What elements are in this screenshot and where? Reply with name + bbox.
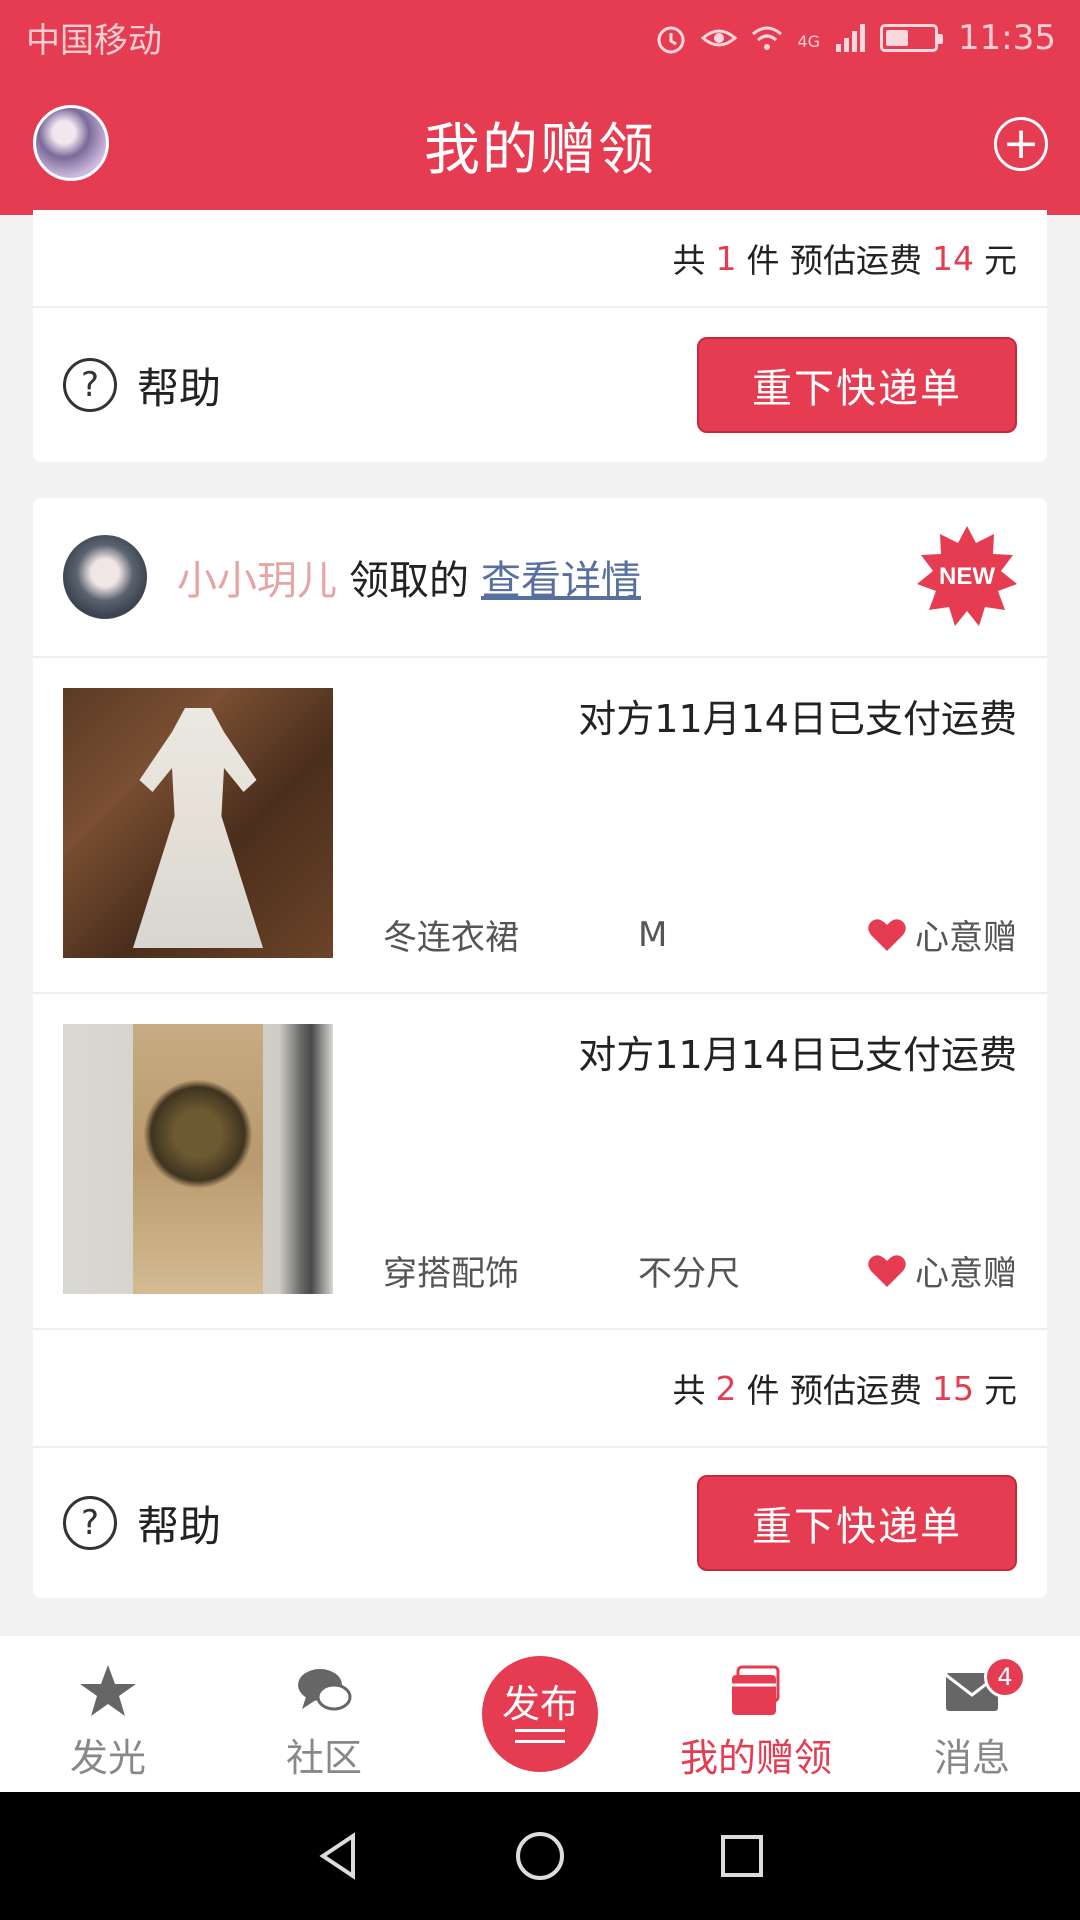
item-type: 心意赠 (867, 910, 1017, 959)
item-size: M (638, 914, 668, 955)
item-meta: 穿搭配饰 不分尺 心意赠 (383, 1246, 1017, 1295)
receiver-avatar[interactable] (63, 535, 147, 619)
nav-label: 消息 (933, 1736, 1010, 1780)
alarm-icon (657, 26, 685, 53)
summary-prefix: 共 (672, 1371, 706, 1410)
question-icon: ? (63, 1496, 117, 1550)
item-meta: 冬连衣裙 M 心意赠 (383, 910, 1017, 959)
carrier-label: 中国移动 (26, 21, 162, 61)
item-image (63, 1024, 333, 1294)
reorder-button[interactable]: 重下快递单 (697, 337, 1017, 433)
publish-label: 发布 (501, 1682, 578, 1726)
item-size: 不分尺 (638, 1254, 740, 1294)
eye-icon (701, 29, 738, 46)
order-footer: ? 帮助 重下快递单 (33, 1448, 1047, 1598)
receiver-name[interactable]: 小小玥儿 (177, 548, 337, 606)
nav-item-my-gifts[interactable]: 我的赠领 (648, 1636, 864, 1792)
plus-icon: + (1002, 118, 1040, 169)
receiver-row: 小小玥儿 领取的 查看详情 NEW (33, 498, 1047, 658)
item-type-label: 心意赠 (915, 918, 1017, 958)
nav-item-glow[interactable]: 发光 (0, 1636, 216, 1792)
summary-fee: 15 (932, 1368, 974, 1408)
signal-icon (836, 23, 866, 52)
help-button[interactable]: ? 帮助 (63, 1493, 221, 1554)
item-type-label: 心意赠 (915, 1254, 1017, 1294)
wifi-icon (752, 26, 783, 50)
status-icons: 4G 11:35 (653, 18, 1056, 58)
order-footer: ? 帮助 重下快递单 (33, 308, 1047, 462)
new-badge-text: NEW (939, 563, 995, 590)
help-label: 帮助 (137, 1501, 222, 1551)
reorder-button[interactable]: 重下快递单 (697, 1475, 1017, 1571)
nav-item-messages[interactable]: 消息 4 (864, 1636, 1080, 1792)
summary-count: 1 (715, 238, 737, 278)
list-item[interactable]: 对方11月14日已支付运费 冬连衣裙 M 心意赠 (33, 658, 1047, 994)
receiver-action: 领取的 (349, 558, 469, 604)
battery-icon (880, 23, 944, 52)
publish-button[interactable]: 发布 (482, 1656, 598, 1772)
recents-icon[interactable] (717, 1831, 767, 1881)
app-header: 我的赠领 + (0, 75, 1080, 215)
system-nav-bar (0, 1792, 1080, 1920)
summary-currency: 元 (984, 241, 1017, 280)
chat-icon (298, 1669, 352, 1711)
nav-label: 发光 (69, 1736, 146, 1780)
question-icon: ? (63, 358, 117, 412)
item-status: 对方11月14日已支付运费 (578, 697, 1017, 741)
network-label: 4G (797, 31, 821, 51)
help-label: 帮助 (137, 363, 222, 413)
order-summary: 共 1 件 预估运费 14 元 (33, 210, 1047, 308)
help-button[interactable]: ? 帮助 (63, 355, 221, 416)
status-bar: 中国移动 4G 11:35 (0, 0, 1080, 75)
summary-unit: 件 预估运费 (746, 241, 923, 280)
nav-label: 我的赠领 (679, 1736, 832, 1780)
summary-fee: 14 (932, 238, 974, 278)
star-icon (80, 1665, 136, 1716)
order-card: 共 1 件 预估运费 14 元 ? 帮助 重下快递单 (33, 210, 1047, 462)
home-icon[interactable] (513, 1829, 567, 1883)
page-title: 我的赠领 (424, 117, 656, 183)
summary-count: 2 (715, 1368, 737, 1408)
heart-icon (868, 918, 906, 951)
heart-icon (868, 1254, 906, 1287)
summary-currency: 元 (984, 1371, 1017, 1410)
time-label: 11:35 (958, 17, 1056, 58)
unread-badge: 4 (984, 1656, 1026, 1698)
item-category: 冬连衣裙 (383, 918, 519, 958)
user-avatar[interactable] (33, 105, 109, 181)
nav-label: 社区 (285, 1736, 362, 1780)
summary-unit: 件 预估运费 (746, 1371, 923, 1410)
back-icon[interactable] (313, 1831, 363, 1881)
item-image (63, 688, 333, 958)
nav-item-community[interactable]: 社区 (216, 1636, 432, 1792)
item-category: 穿搭配饰 (383, 1254, 519, 1294)
add-button[interactable]: + (994, 117, 1048, 171)
summary-prefix: 共 (672, 241, 706, 280)
menu-lines-icon (515, 1729, 565, 1743)
order-summary: 共 2 件 预估运费 15 元 (33, 1330, 1047, 1448)
item-type: 心意赠 (867, 1246, 1017, 1295)
item-status: 对方11月14日已支付运费 (578, 1033, 1017, 1077)
new-badge: NEW (917, 526, 1017, 626)
gifts-icon (732, 1665, 780, 1715)
view-details-link[interactable]: 查看详情 (481, 548, 641, 606)
order-card: 小小玥儿 领取的 查看详情 NEW 对方11月14日已支付运费 冬连衣裙 M 心… (33, 498, 1047, 1598)
list-item[interactable]: 对方11月14日已支付运费 穿搭配饰 不分尺 心意赠 (33, 994, 1047, 1330)
